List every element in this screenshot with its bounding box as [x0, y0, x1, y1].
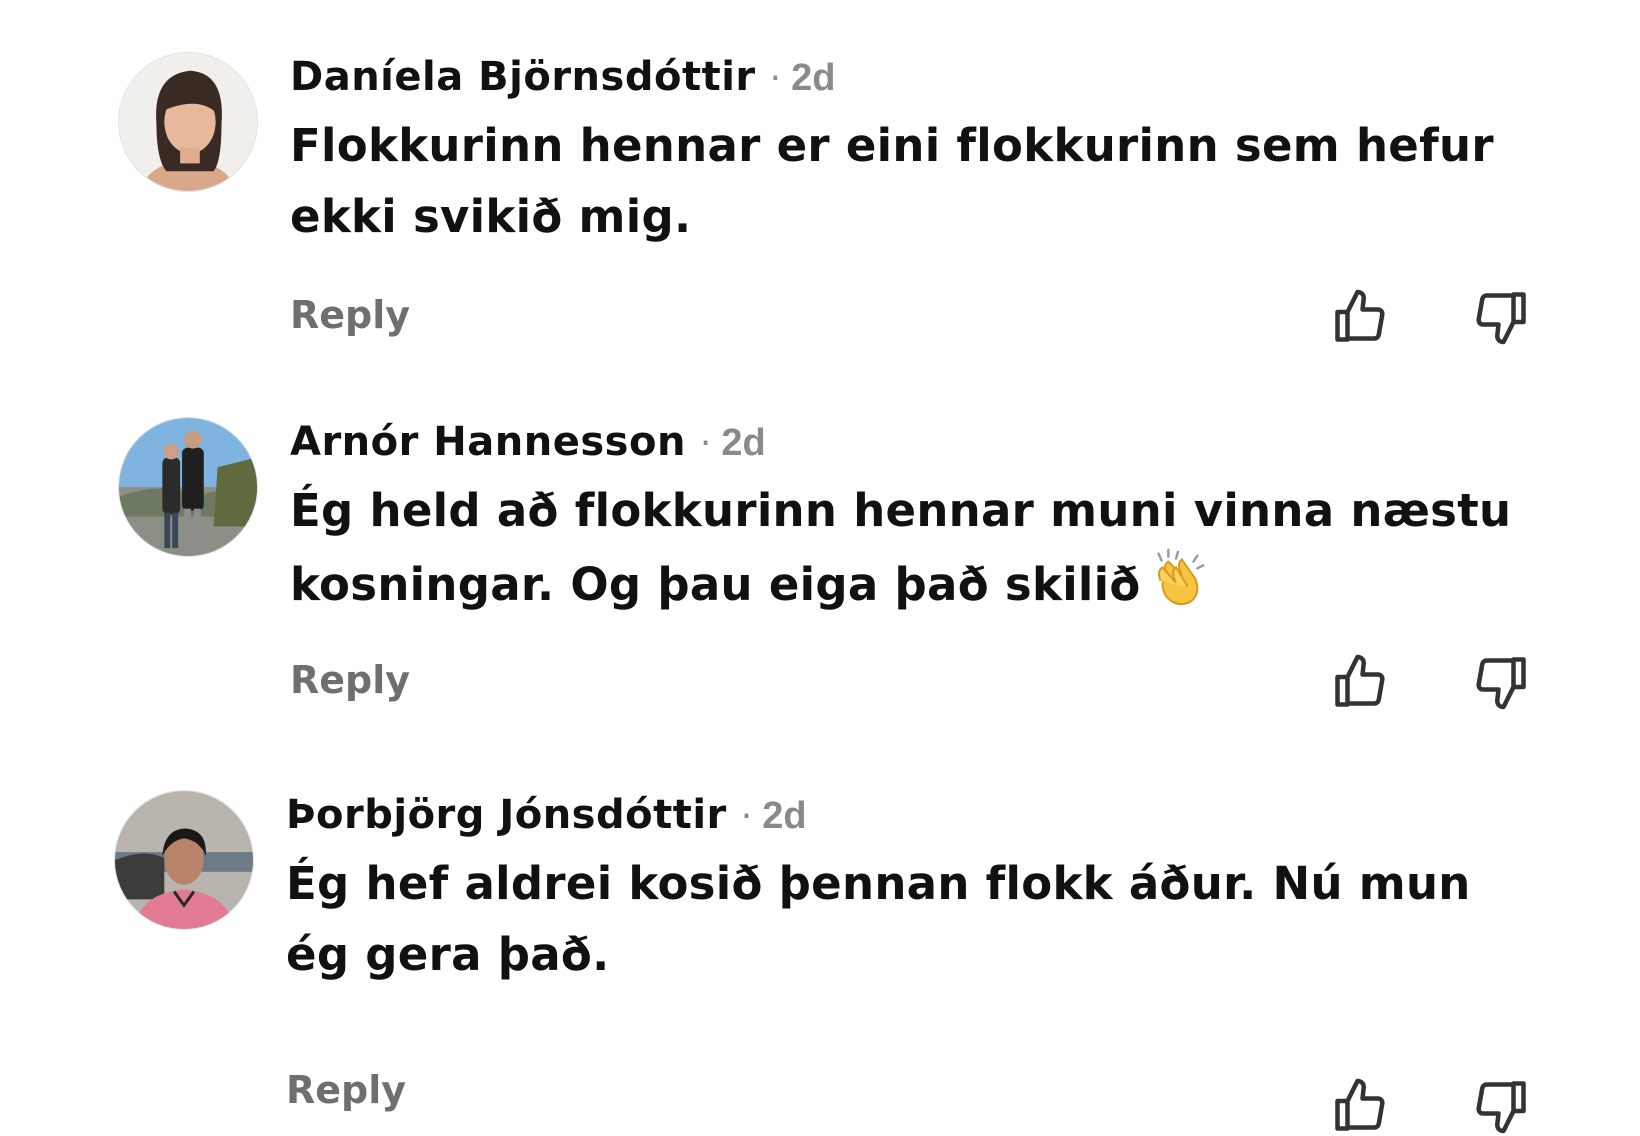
thumbs-down-icon — [1476, 657, 1526, 710]
comment-item: Arnór Hannesson · 2d Ég held að flokkurinn… — [0, 365, 1640, 745]
comment-text: Flokkurinn hennar er eini flokkurinn sem… — [290, 119, 1494, 243]
author-name[interactable]: Þorbjörg Jónsdóttir — [286, 792, 727, 838]
avatar-photo — [119, 418, 257, 556]
avatar[interactable] — [118, 52, 258, 192]
author-name[interactable]: Arnór Hannesson — [290, 419, 686, 465]
thumbs-down-icon — [1476, 1081, 1526, 1134]
thumbs-up-icon — [1335, 289, 1385, 342]
dislike-button[interactable] — [1471, 652, 1531, 712]
avatar-photo — [119, 53, 257, 191]
dislike-button[interactable] — [1471, 1076, 1531, 1136]
thumbs-up-icon — [1335, 1078, 1385, 1131]
like-button[interactable] — [1330, 1076, 1390, 1136]
comment-header: Arnór Hannesson · 2d — [290, 419, 766, 465]
meta-separator: · — [699, 423, 712, 464]
comment-item: Þorbjörg Jónsdóttir · 2d Ég hef aldrei kos… — [0, 738, 1640, 1134]
like-button[interactable] — [1330, 652, 1390, 712]
timestamp: 2d — [721, 422, 766, 464]
comment-header: Daníela Björnsdóttir · 2d — [290, 54, 835, 100]
thumbs-up-icon — [1335, 654, 1385, 707]
thumbs-down-icon — [1476, 292, 1526, 345]
author-name[interactable]: Daníela Björnsdóttir — [290, 54, 756, 100]
comment-text: Ég hef aldrei kosið þennan flokk áður. N… — [286, 857, 1471, 981]
avatar-photo — [115, 791, 253, 929]
clapping-hands-icon — [1147, 546, 1209, 608]
avatar[interactable] — [118, 417, 258, 557]
reply-button[interactable]: Reply — [290, 658, 410, 702]
avatar[interactable] — [114, 790, 254, 930]
comment-text: Ég held að flokkurinn hennar muni vinna … — [290, 475, 1550, 620]
meta-separator: · — [769, 58, 782, 99]
meta-separator: · — [740, 796, 753, 837]
reply-button[interactable]: Reply — [286, 1068, 406, 1112]
like-button[interactable] — [1330, 287, 1390, 347]
reply-button[interactable]: Reply — [290, 293, 410, 337]
dislike-button[interactable] — [1471, 287, 1531, 347]
comment-text-content: Ég held að flokkurinn hennar muni vinna … — [290, 484, 1512, 611]
comment-header: Þorbjörg Jónsdóttir · 2d — [286, 792, 807, 838]
timestamp: 2d — [762, 795, 807, 837]
comment-item: Daníela Björnsdóttir · 2d Flokkurinn henna… — [0, 0, 1640, 380]
timestamp: 2d — [791, 57, 836, 99]
